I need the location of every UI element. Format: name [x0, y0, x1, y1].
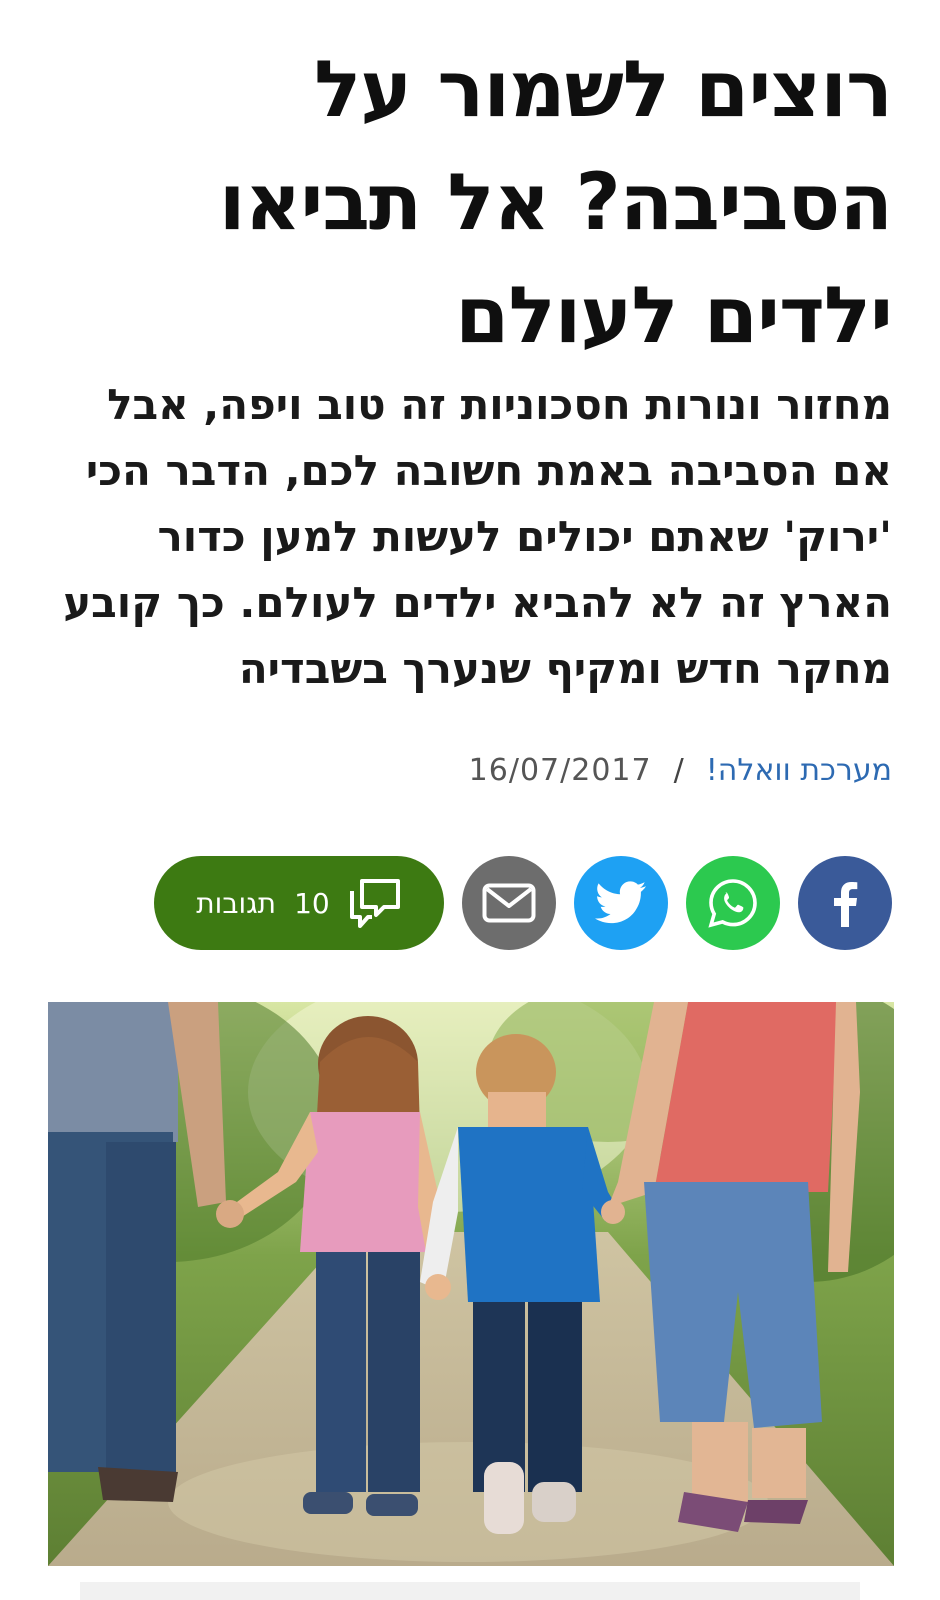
comments-count: 10: [294, 886, 330, 920]
headline-line: רוצים לשמור על: [314, 45, 893, 135]
headline-line: ילדים לעולם: [455, 271, 893, 361]
whatsapp-share-button[interactable]: [686, 856, 780, 950]
comments-button[interactable]: 10 תגובות: [154, 856, 444, 950]
share-bar: 10 תגובות: [48, 856, 892, 950]
facebook-share-button[interactable]: [798, 856, 892, 950]
facebook-icon: [834, 882, 858, 927]
subtitle-line: אם הסביבה באמת חשובה לכם, הדבר הכי: [85, 446, 892, 495]
mail-icon: [482, 883, 536, 923]
whatsapp-icon: [708, 879, 757, 928]
publish-date: 16/07/2017: [468, 752, 652, 788]
headline-line: הסביבה? אל תביאו: [218, 158, 893, 248]
email-share-button[interactable]: [462, 856, 556, 950]
family-walking-photo: [48, 1002, 894, 1566]
subtitle-line: 'ירוק' שאתם יכולים לעשות למען כדור: [157, 512, 893, 561]
subtitle-line: הארץ זה לא להביא ילדים לעולם. כך קובע: [63, 578, 892, 627]
article-page: רוצים לשמור על הסביבה? אל תביאו ילדים לע…: [0, 0, 940, 1600]
hero-image: [48, 1002, 894, 1566]
subtitle-line: מחזור ונורות חסכוניות זה טוב ויפה, אבל: [107, 380, 892, 429]
meta-separator: /: [673, 752, 684, 788]
twitter-icon: [595, 881, 646, 924]
twitter-share-button[interactable]: [574, 856, 668, 950]
author-link[interactable]: מערכת וואלה!: [706, 753, 892, 788]
bottom-divider: [80, 1582, 860, 1600]
article-headline: רוצים לשמור על הסביבה? אל תביאו ילדים לע…: [48, 34, 893, 373]
article-subtitle: מחזור ונורות חסכוניות זה טוב ויפה, אבל א…: [48, 372, 892, 702]
subtitle-line: מחקר חדש ומקיף שנערך בשבדיה: [238, 644, 892, 693]
comments-label: תגובות: [196, 886, 277, 920]
comments-icon: [349, 879, 400, 928]
article-meta: מערכת וואלה! / 16/07/2017: [469, 750, 892, 790]
